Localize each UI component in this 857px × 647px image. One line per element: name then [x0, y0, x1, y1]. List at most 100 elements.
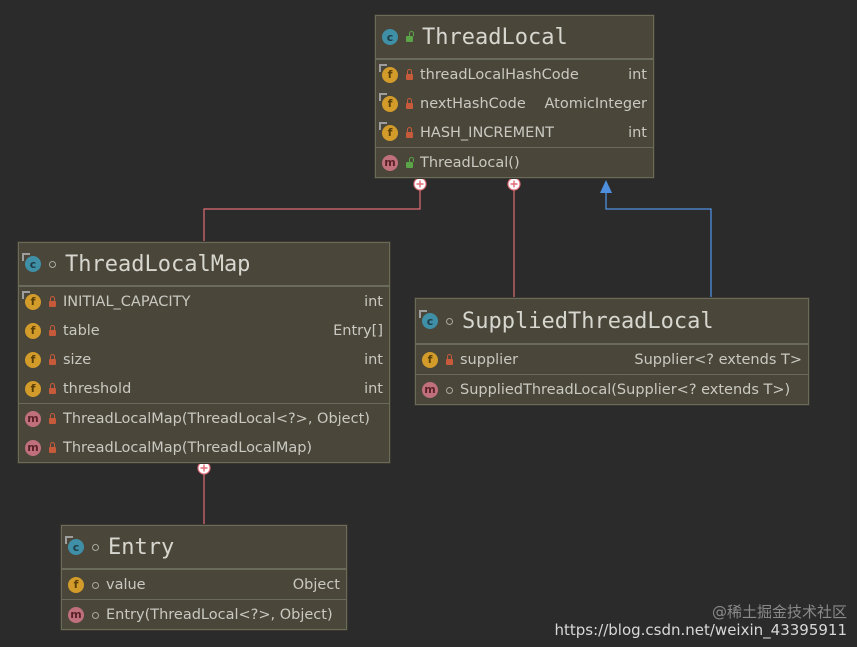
- field-type: Object: [292, 576, 340, 593]
- field-name: table: [63, 322, 100, 339]
- field-type: AtomicInteger: [544, 95, 647, 112]
- field-name: INITIAL_CAPACITY: [63, 293, 191, 310]
- field-row[interactable]: f size int: [19, 345, 389, 374]
- class-node-threadlocalmap[interactable]: c ThreadLocalMap f INITIAL_CAPACITY int …: [18, 242, 390, 463]
- public-visibility-icon: [404, 156, 414, 168]
- field-type: Entry[]: [333, 322, 383, 339]
- package-visibility-icon: [444, 386, 454, 394]
- method-row[interactable]: m ThreadLocalMap(ThreadLocalMap): [19, 433, 389, 462]
- field-row[interactable]: f HASH_INCREMENT int: [376, 118, 653, 147]
- private-visibility-icon: [404, 126, 414, 138]
- class-name: ThreadLocal: [422, 24, 568, 50]
- method-name: Entry(ThreadLocal<?>, Object): [106, 606, 333, 623]
- fields-section: f value Object: [62, 569, 346, 599]
- class-icon: c: [382, 29, 398, 45]
- method-name: ThreadLocalMap(ThreadLocal<?>, Object): [63, 410, 370, 427]
- method-row[interactable]: m ThreadLocalMap(ThreadLocal<?>, Object): [19, 404, 389, 433]
- class-header: c Entry: [62, 526, 346, 569]
- private-visibility-icon: [444, 353, 454, 365]
- package-visibility-icon: [47, 260, 57, 268]
- package-visibility-icon: [444, 317, 454, 325]
- class-header: c ThreadLocal: [376, 16, 653, 59]
- class-name: SuppliedThreadLocal: [462, 308, 714, 334]
- private-visibility-icon: [47, 324, 57, 336]
- package-visibility-icon: [90, 581, 100, 589]
- watermark-site: @稀土掘金技术社区: [711, 603, 847, 621]
- nested-link-threadlocalmap: [203, 186, 421, 242]
- private-visibility-icon: [47, 412, 57, 424]
- field-name: threshold: [63, 380, 132, 397]
- field-icon: f: [25, 322, 41, 339]
- static-class-icon: c: [22, 253, 41, 272]
- public-visibility-icon: [404, 31, 414, 42]
- static-field-icon: f: [379, 121, 398, 141]
- field-row[interactable]: f threshold int: [19, 374, 389, 403]
- package-visibility-icon: [90, 611, 100, 619]
- watermark: @稀土掘金技术社区 https://blog.csdn.net/weixin_4…: [554, 603, 847, 639]
- field-type: int: [364, 351, 383, 368]
- package-visibility-icon: [90, 543, 100, 551]
- method-icon: m: [25, 410, 41, 427]
- field-row[interactable]: f INITIAL_CAPACITY int: [19, 287, 389, 316]
- class-node-entry[interactable]: c Entry f value Object m Entry(ThreadLoc…: [61, 525, 347, 630]
- field-type: int: [628, 66, 647, 83]
- static-class-icon: c: [65, 536, 84, 555]
- nested-marker-threadlocalmap: [197, 461, 211, 475]
- methods-section: m ThreadLocal(): [376, 147, 653, 177]
- field-name: HASH_INCREMENT: [420, 124, 555, 141]
- class-node-threadlocal[interactable]: c ThreadLocal f threadLocalHashCode int …: [375, 15, 654, 178]
- field-name: supplier: [460, 351, 519, 368]
- field-icon: f: [25, 351, 41, 368]
- private-visibility-icon: [47, 382, 57, 394]
- class-name: ThreadLocalMap: [65, 251, 251, 277]
- method-name: ThreadLocal(): [420, 154, 520, 171]
- method-icon: m: [382, 154, 398, 171]
- method-name: ThreadLocalMap(ThreadLocalMap): [63, 439, 313, 456]
- methods-section: m Entry(ThreadLocal<?>, Object): [62, 599, 346, 629]
- private-visibility-icon: [47, 441, 57, 453]
- field-name: nextHashCode: [420, 95, 526, 112]
- private-visibility-icon: [404, 68, 414, 80]
- inherit-link-suppliedthreadlocal: [605, 193, 712, 298]
- nested-marker-threadlocal-1: [413, 177, 427, 191]
- method-name: SuppliedThreadLocal(Supplier<? extends T…: [460, 381, 791, 398]
- field-row[interactable]: f value Object: [62, 570, 346, 599]
- field-row[interactable]: f threadLocalHashCode int: [376, 60, 653, 89]
- field-icon: f: [25, 380, 41, 397]
- class-name: Entry: [108, 534, 175, 560]
- field-row[interactable]: f table Entry[]: [19, 316, 389, 345]
- methods-section: m ThreadLocalMap(ThreadLocal<?>, Object)…: [19, 403, 389, 462]
- static-field-icon: f: [379, 92, 398, 112]
- class-header: c SuppliedThreadLocal: [416, 299, 808, 344]
- nested-marker-threadlocal-2: [507, 177, 521, 191]
- field-type: int: [364, 293, 383, 310]
- method-icon: m: [68, 606, 84, 623]
- field-icon: f: [422, 351, 438, 368]
- field-row[interactable]: f nextHashCode AtomicInteger: [376, 89, 653, 118]
- field-name: threadLocalHashCode: [420, 66, 579, 83]
- class-node-suppliedthreadlocal[interactable]: c SuppliedThreadLocal f supplier Supplie…: [415, 298, 809, 405]
- field-type: int: [364, 380, 383, 397]
- field-name: size: [63, 351, 92, 368]
- field-name: value: [106, 576, 146, 593]
- inherit-arrow-head: [600, 180, 612, 193]
- fields-section: f threadLocalHashCode int f nextHashCode…: [376, 59, 653, 147]
- static-field-icon: f: [379, 63, 398, 83]
- watermark-url: https://blog.csdn.net/weixin_43395911: [554, 621, 847, 639]
- class-header: c ThreadLocalMap: [19, 243, 389, 286]
- private-visibility-icon: [404, 97, 414, 109]
- field-row[interactable]: f supplier Supplier<? extends T>: [416, 345, 808, 374]
- field-type: Supplier<? extends T>: [634, 351, 802, 368]
- fields-section: f INITIAL_CAPACITY int f table Entry[] f…: [19, 286, 389, 403]
- method-row[interactable]: m SuppliedThreadLocal(Supplier<? extends…: [416, 375, 808, 404]
- methods-section: m SuppliedThreadLocal(Supplier<? extends…: [416, 374, 808, 404]
- field-icon: f: [68, 576, 84, 593]
- method-row[interactable]: m ThreadLocal(): [376, 148, 653, 177]
- field-type: int: [628, 124, 647, 141]
- private-visibility-icon: [47, 353, 57, 365]
- fields-section: f supplier Supplier<? extends T>: [416, 344, 808, 374]
- static-field-icon: f: [22, 290, 41, 310]
- static-class-icon: c: [419, 310, 438, 329]
- private-visibility-icon: [47, 295, 57, 307]
- method-row[interactable]: m Entry(ThreadLocal<?>, Object): [62, 600, 346, 629]
